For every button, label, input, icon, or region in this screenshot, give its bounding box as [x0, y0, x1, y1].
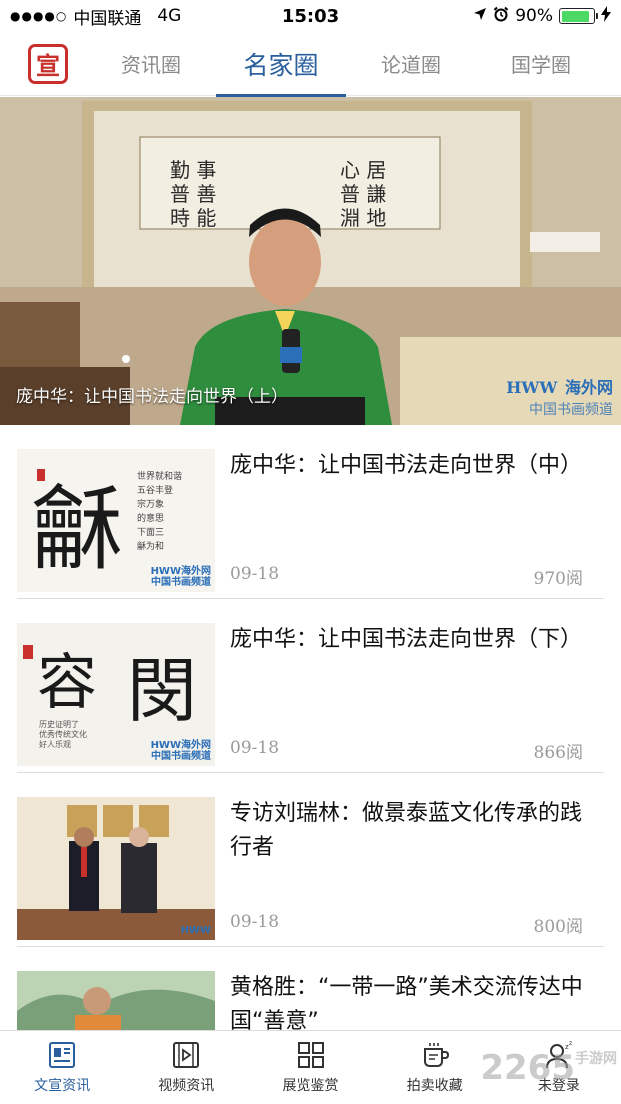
svg-text:z: z [569, 1041, 572, 1047]
thumb-watermark: HWW海外网 [150, 740, 211, 751]
location-arrow-icon [473, 6, 487, 26]
tab-sinology-circle[interactable]: 国学圈 [476, 32, 606, 96]
thumb-watermark: HWW海外网 [150, 566, 211, 577]
grid-icon [296, 1041, 326, 1069]
svg-text:世界就和谐: 世界就和谐 [137, 470, 182, 482]
alarm-clock-icon [493, 6, 509, 27]
svg-text:勤 事: 勤 事 [170, 158, 216, 182]
svg-text:淵 地: 淵 地 [340, 206, 386, 230]
article-title[interactable]: 黄格胜：“一带一路”美术交流传达中国“善意” [230, 971, 602, 1039]
news-icon [47, 1041, 77, 1069]
tab-discussion-circle[interactable]: 论道圈 [346, 32, 476, 96]
svg-text:容: 容 [37, 648, 97, 718]
svg-text:宗万象: 宗万象 [137, 498, 164, 510]
svg-text:好人乐观: 好人乐观 [39, 739, 71, 749]
article-views: 866阅 [533, 743, 583, 763]
thumb-watermark: HWW [180, 925, 211, 936]
battery-percent: 90% [515, 6, 553, 26]
signal-strength-icon: ●●●●○ [10, 9, 68, 23]
list-item[interactable]: 龢 世界就和谐五谷丰登宗万象 的意思下面三龢为和 HWW海外网 中国书画频道 庞中… [0, 425, 621, 599]
status-bar: ●●●●○ 中国联通 4G 15:03 90% [0, 0, 621, 32]
battery-level-fill [561, 10, 590, 22]
article-date: 09-18 [230, 564, 280, 584]
top-navigation: 宣 资讯圈 名家圈 论道圈 国学圈 [0, 32, 621, 97]
svg-text:閔: 閔 [127, 650, 197, 732]
list-item[interactable]: 容 閔 历史证明了 优秀传统文化 好人乐观 HWW海外网 中国书画频道 庞中华：让中国… [0, 599, 621, 773]
article-thumbnail: 容 閔 历史证明了 优秀传统文化 好人乐观 HWW海外网 中国书画频道 [17, 623, 215, 766]
tab-video-info[interactable]: 视频资讯 [124, 1031, 248, 1104]
featured-banner[interactable]: 勤 事 心 居 普 善 普 謙 時 能 淵 地 庞中华：让中国书法走向世界（上）… [0, 97, 621, 425]
network-type: 4G [157, 6, 182, 26]
svg-text:的意思: 的意思 [137, 512, 164, 524]
tab-masters-circle[interactable]: 名家圈 [216, 32, 346, 97]
article-views: 800阅 [533, 917, 583, 937]
article-title[interactable]: 专访刘瑞林：做景泰蓝文化传承的践行者 [230, 797, 602, 865]
article-views: 970阅 [533, 569, 583, 589]
thumb-watermark-sub: 中国书画频道 [151, 577, 211, 588]
article-thumbnail: HWW [17, 797, 215, 940]
charging-bolt-icon [601, 5, 611, 27]
article-date: 09-18 [230, 912, 280, 932]
watermark-cn: 海外网 [564, 378, 613, 397]
tab-auction[interactable]: 拍卖收藏 [373, 1031, 497, 1104]
tab-label: 文宣资讯 [34, 1077, 91, 1094]
user-sleep-icon: zz [544, 1041, 574, 1069]
svg-text:心 居: 心 居 [340, 158, 386, 182]
article-thumbnail: 龢 世界就和谐五谷丰登宗万象 的意思下面三龢为和 HWW海外网 中国书画频道 [17, 449, 215, 592]
cup-icon [420, 1041, 450, 1069]
banner-pager [122, 355, 130, 363]
thumb-watermark-sub: 中国书画频道 [151, 751, 211, 762]
svg-text:龢为和: 龢为和 [137, 540, 164, 552]
category-tabs: 资讯圈 名家圈 论道圈 国学圈 [86, 32, 621, 97]
tab-login[interactable]: zz 未登录 [497, 1031, 621, 1104]
svg-text:下面三: 下面三 [137, 527, 164, 538]
svg-text:优秀传统文化: 优秀传统文化 [39, 729, 87, 739]
article-title[interactable]: 庞中华：让中国书法走向世界（下） [230, 623, 602, 657]
video-icon [171, 1041, 201, 1069]
carrier-name: 中国联通 [73, 8, 142, 29]
watermark-sub: 中国书画频道 [529, 402, 613, 418]
tab-news-circle[interactable]: 资讯圈 [86, 32, 216, 96]
article-title[interactable]: 庞中华：让中国书法走向世界（中） [230, 449, 602, 483]
svg-text:時 能: 時 能 [170, 206, 216, 230]
svg-text:龢: 龢 [31, 476, 123, 583]
tab-news-info[interactable]: 文宣资讯 [0, 1031, 124, 1104]
list-item[interactable]: HWW 专访刘瑞林：做景泰蓝文化传承的践行者 09-18 800阅 [0, 773, 621, 947]
bottom-tab-bar: 文宣资讯 视频资讯 展览鉴赏 拍卖收藏 zz 未登录 [0, 1030, 621, 1104]
tab-label: 未登录 [537, 1077, 580, 1094]
app-logo[interactable]: 宣 [28, 43, 68, 84]
hww-watermark: HWW 海外网 中国书画频道 [506, 373, 613, 419]
svg-text:普 謙: 普 謙 [340, 182, 386, 206]
tab-label: 展览鉴赏 [282, 1077, 339, 1094]
svg-text:历史证明了: 历史证明了 [39, 719, 79, 729]
svg-text:五谷丰登: 五谷丰登 [137, 484, 173, 496]
article-date: 09-18 [230, 738, 280, 758]
tab-exhibition[interactable]: 展览鉴赏 [248, 1031, 372, 1104]
banner-caption: 庞中华：让中国书法走向世界（上） [16, 387, 288, 407]
tab-label: 拍卖收藏 [406, 1077, 463, 1094]
battery-icon [559, 8, 598, 24]
watermark-main: HWW [506, 378, 558, 397]
tab-label: 视频资讯 [158, 1077, 215, 1094]
svg-text:普 善: 普 善 [170, 182, 216, 206]
pager-dot-active [122, 355, 130, 363]
